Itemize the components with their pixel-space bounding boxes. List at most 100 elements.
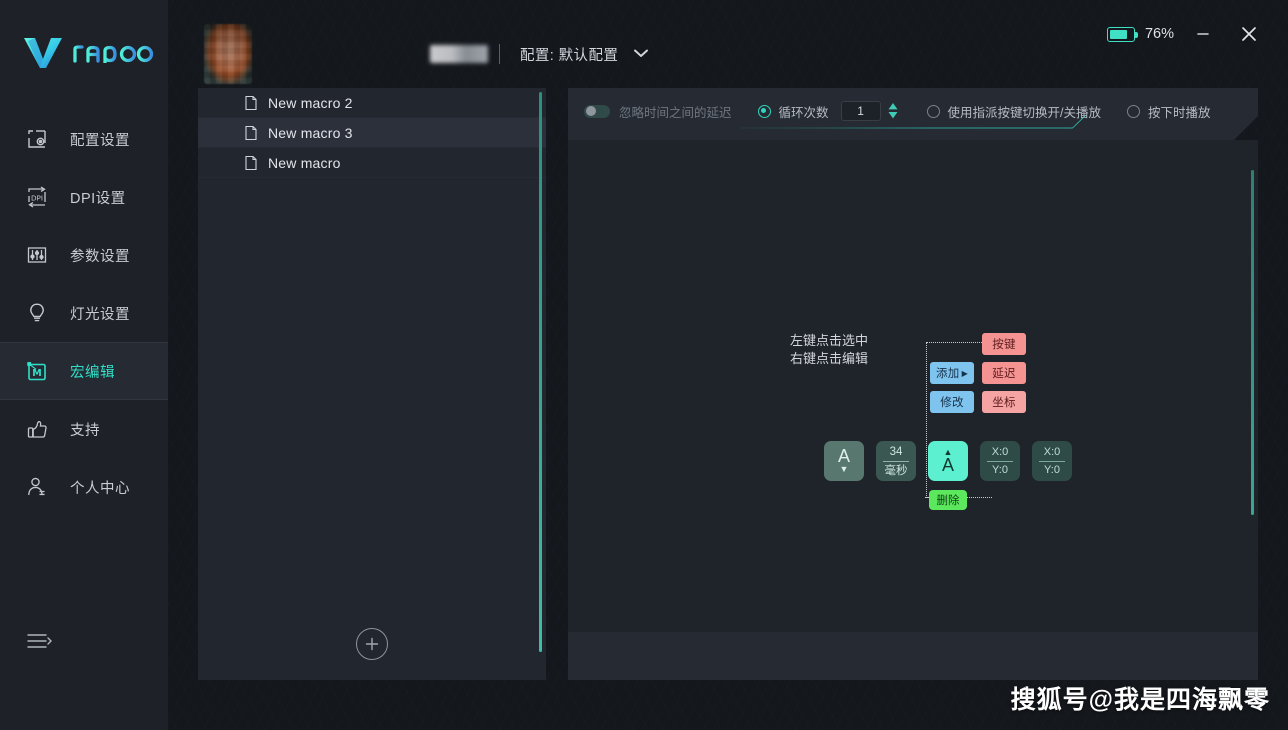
app-window: 配置设置 DPI DPI设置 参数设置 灯光设置 M 宏编辑 支持 个人中心 配… <box>0 0 1288 730</box>
loop-count-label: 循环次数 <box>778 105 829 120</box>
profile-selector[interactable]: 配置: 默认配置 <box>520 44 650 65</box>
dpi-settings-icon: DPI <box>24 184 50 210</box>
macro-list-panel: New macro 2 New macro 3 New macro <box>198 88 546 680</box>
loop-count-radio[interactable] <box>757 104 771 118</box>
sidebar-item-label: 个人中心 <box>70 480 130 497</box>
macro-editor-panel: 忽略时间之间的延迟 循环次数 1 使用指派按键切换开/关播放 按下时播放 左键点… <box>568 88 1258 680</box>
toggle-key-play-label: 使用指派按键切换开/关播放 <box>947 105 1102 120</box>
brand-logo <box>0 28 168 76</box>
chevron-down-icon <box>632 46 650 64</box>
macro-list-item[interactable]: New macro 2 <box>198 88 546 118</box>
sidebar: 配置设置 DPI DPI设置 参数设置 灯光设置 M 宏编辑 支持 个人中心 <box>0 0 168 730</box>
sidebar-nav: 配置设置 DPI DPI设置 参数设置 灯光设置 M 宏编辑 支持 个人中心 <box>0 110 168 516</box>
macro-name: New macro 2 <box>268 94 353 111</box>
profile-settings-icon <box>24 126 50 152</box>
coord-x: X:0 <box>1043 445 1061 458</box>
document-icon <box>244 125 258 141</box>
parameter-settings-icon <box>24 242 50 268</box>
submenu-delay-button[interactable]: 延迟 <box>982 362 1026 384</box>
coordinate-node[interactable]: X:0 Y:0 <box>980 441 1020 481</box>
editor-hint: 左键点击选中 右键点击编辑 <box>790 332 868 368</box>
delay-node[interactable]: 34 毫秒 <box>876 441 916 481</box>
sidebar-item-label: DPI设置 <box>70 190 126 207</box>
delay-unit: 毫秒 <box>884 464 908 477</box>
macro-list-scrollbar[interactable] <box>539 92 542 652</box>
sidebar-item-light-settings[interactable]: 灯光设置 <box>0 284 168 342</box>
sidebar-item-user-account[interactable]: 个人中心 <box>0 458 168 516</box>
sidebar-collapse-button[interactable] <box>0 618 168 668</box>
hint-line-1: 左键点击选中 <box>790 333 869 348</box>
plus-circle-icon[interactable] <box>356 628 388 660</box>
watermark: 搜狐号@我是四海飘零 <box>1010 686 1270 714</box>
titlebar: 配置: 默认配置 76% <box>168 0 1288 88</box>
sidebar-item-support[interactable]: 支持 <box>0 400 168 458</box>
editor-footer <box>568 632 1258 680</box>
context-modify-button[interactable]: 修改 <box>930 391 974 413</box>
hint-line-2: 右键点击编辑 <box>790 351 869 366</box>
coord-y: Y:0 <box>992 463 1008 476</box>
context-submenu-coord[interactable]: 坐标 <box>982 391 1026 413</box>
delete-node-button[interactable]: 删除 <box>929 490 967 510</box>
sidebar-item-profile-settings[interactable]: 配置设置 <box>0 110 168 168</box>
context-menu-add[interactable]: 添加 ▶ <box>930 362 974 384</box>
play-on-press-label: 按下时播放 <box>1148 105 1211 120</box>
macro-list-item[interactable]: New macro 3 <box>198 118 546 148</box>
context-menu-modify[interactable]: 修改 <box>930 391 974 413</box>
sidebar-item-label: 宏编辑 <box>70 364 115 381</box>
battery-percent: 76% <box>1144 26 1174 42</box>
svg-text:M: M <box>32 368 41 379</box>
macro-list-item[interactable]: New macro <box>198 148 546 178</box>
context-submenu-key[interactable]: 按键 <box>982 333 1026 355</box>
macro-list-scroll: New macro 2 New macro 3 New macro <box>198 88 546 608</box>
device-thumbnail <box>204 24 252 84</box>
chevron-right-icon: ▶ <box>961 368 969 378</box>
collapse-menu-icon <box>26 630 52 657</box>
submenu-key-button[interactable]: 按键 <box>982 333 1026 355</box>
context-add-button[interactable]: 添加 ▶ <box>930 362 974 384</box>
arrow-down-icon: ▼ <box>839 464 849 474</box>
toggle-key-play-radio[interactable] <box>926 104 940 118</box>
coord-divider <box>987 460 1013 462</box>
minimize-button[interactable] <box>1186 17 1220 51</box>
coord-x: X:0 <box>991 445 1009 458</box>
sidebar-item-label: 参数设置 <box>70 248 130 265</box>
document-icon <box>244 95 258 111</box>
battery-icon <box>1106 26 1138 42</box>
sidebar-item-macro-editor[interactable]: M 宏编辑 <box>0 342 168 400</box>
sidebar-item-label: 灯光设置 <box>70 306 130 323</box>
context-add-label: 添加 <box>935 368 960 380</box>
light-settings-icon <box>24 300 50 326</box>
titlebar-separator <box>499 44 500 64</box>
close-button[interactable] <box>1232 17 1266 51</box>
delay-value: 34 <box>889 445 903 458</box>
editor-canvas: 左键点击选中 右键点击编辑 添加 ▶ 修改 按键 延迟 坐标 A ▼ 34 毫秒… <box>568 140 1258 632</box>
macro-add-row <box>198 608 546 680</box>
macro-editor-icon: M <box>24 358 50 384</box>
macro-name: New macro 3 <box>268 124 353 141</box>
sidebar-item-label: 支持 <box>70 422 100 439</box>
submenu-coord-button[interactable]: 坐标 <box>982 391 1026 413</box>
sidebar-item-dpi-settings[interactable]: DPI DPI设置 <box>0 168 168 226</box>
window-controls: 76% <box>1106 17 1266 51</box>
key-up-node[interactable]: A ▼ <box>824 441 864 481</box>
ignore-delay-label: 忽略时间之间的延迟 <box>619 105 732 120</box>
rapoo-v-logo-icon <box>24 38 62 68</box>
toggle-knob <box>585 106 596 116</box>
editor-scrollbar[interactable] <box>1251 170 1254 515</box>
sidebar-item-label: 配置设置 <box>70 132 130 149</box>
key-label: A <box>941 455 954 475</box>
loop-count-input[interactable]: 1 <box>840 101 881 121</box>
key-label: A <box>837 446 850 466</box>
ignore-delay-toggle[interactable] <box>584 104 610 118</box>
user-account-icon <box>24 474 50 500</box>
sidebar-item-parameter-settings[interactable]: 参数设置 <box>0 226 168 284</box>
key-down-node[interactable]: ▲ A <box>928 441 968 481</box>
device-name <box>430 45 488 63</box>
play-on-press-radio[interactable] <box>1127 104 1141 118</box>
delay-divider <box>883 460 909 462</box>
document-icon <box>244 155 258 171</box>
svg-text:DPI: DPI <box>31 194 43 203</box>
context-submenu-delay[interactable]: 延迟 <box>982 362 1026 384</box>
coordinate-node[interactable]: X:0 Y:0 <box>1032 441 1072 481</box>
spinner-updown-icon[interactable] <box>887 101 899 121</box>
